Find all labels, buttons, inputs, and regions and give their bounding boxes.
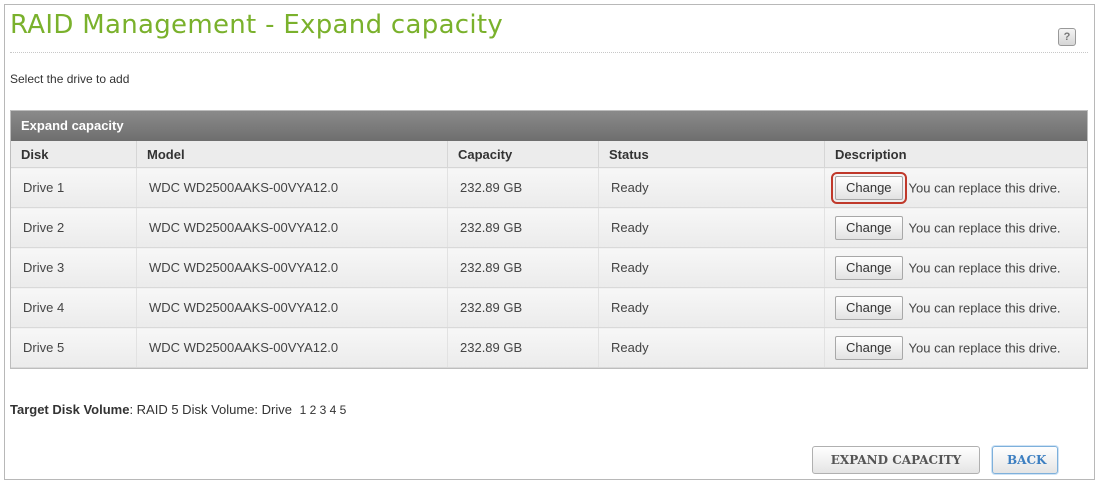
change-button[interactable]: Change bbox=[835, 295, 903, 320]
change-button[interactable]: Change bbox=[835, 215, 903, 240]
cell-disk: Drive 4 bbox=[11, 287, 137, 328]
cell-description: Change You can replace this drive. bbox=[824, 327, 1087, 368]
cell-status: Ready bbox=[598, 327, 825, 368]
header-status: Status bbox=[598, 141, 825, 168]
drive-table: Disk Model Capacity Status Description D… bbox=[11, 141, 1087, 368]
header-model: Model bbox=[136, 141, 448, 168]
cell-capacity: 232.89 GB bbox=[447, 247, 599, 288]
page-title: RAID Management - Expand capacity bbox=[10, 10, 504, 40]
cell-capacity: 232.89 GB bbox=[447, 287, 599, 328]
cell-disk: Drive 1 bbox=[11, 167, 137, 208]
header-capacity: Capacity bbox=[447, 141, 599, 168]
header-description: Description bbox=[824, 141, 1087, 168]
cell-capacity: 232.89 GB bbox=[447, 207, 599, 248]
target-label: Target Disk Volume bbox=[10, 402, 130, 417]
cell-status: Ready bbox=[598, 207, 825, 248]
cell-model: WDC WD2500AAKS-00VYA12.0 bbox=[136, 247, 448, 288]
target-separator: : bbox=[129, 402, 137, 417]
instruction-text: Select the drive to add bbox=[10, 72, 130, 86]
table-row: Drive 3 WDC WD2500AAKS-00VYA12.0 232.89 … bbox=[11, 247, 1087, 288]
table-row: Drive 4 WDC WD2500AAKS-00VYA12.0 232.89 … bbox=[11, 287, 1087, 328]
cell-description: Change You can replace this drive. bbox=[824, 247, 1087, 288]
cell-status: Ready bbox=[598, 287, 825, 328]
target-value: RAID 5 Disk Volume: Drive bbox=[136, 402, 292, 417]
table-row: Drive 1 WDC WD2500AAKS-00VYA12.0 232.89 … bbox=[11, 167, 1087, 208]
description-text: You can replace this drive. bbox=[908, 220, 1061, 235]
cell-description: Change You can replace this drive. bbox=[824, 167, 1087, 208]
back-button[interactable]: BACK bbox=[992, 446, 1058, 474]
table-row: Drive 5 WDC WD2500AAKS-00VYA12.0 232.89 … bbox=[11, 327, 1087, 368]
change-button[interactable]: Change bbox=[835, 335, 903, 360]
cell-disk: Drive 2 bbox=[11, 207, 137, 248]
cell-status: Ready bbox=[598, 247, 825, 288]
expand-capacity-button[interactable]: EXPAND CAPACITY bbox=[812, 446, 980, 474]
target-disk-volume: Target Disk Volume: RAID 5 Disk Volume: … bbox=[10, 402, 346, 417]
description-text: You can replace this drive. bbox=[908, 340, 1061, 355]
description-text: You can replace this drive. bbox=[908, 300, 1061, 315]
change-button[interactable]: Change bbox=[831, 171, 907, 204]
table-title: Expand capacity bbox=[11, 111, 1087, 141]
description-text: You can replace this drive. bbox=[908, 260, 1061, 275]
help-icon[interactable]: ? bbox=[1058, 28, 1076, 46]
header-disk: Disk bbox=[11, 141, 137, 168]
expand-capacity-table: Expand capacity Disk Model Capacity Stat… bbox=[10, 110, 1088, 369]
title-divider bbox=[10, 52, 1088, 53]
cell-model: WDC WD2500AAKS-00VYA12.0 bbox=[136, 207, 448, 248]
cell-status: Ready bbox=[598, 167, 825, 208]
cell-model: WDC WD2500AAKS-00VYA12.0 bbox=[136, 167, 448, 208]
cell-disk: Drive 5 bbox=[11, 327, 137, 368]
description-text: You can replace this drive. bbox=[908, 180, 1061, 195]
cell-description: Change You can replace this drive. bbox=[824, 287, 1087, 328]
table-row: Drive 2 WDC WD2500AAKS-00VYA12.0 232.89 … bbox=[11, 207, 1087, 248]
cell-description: Change You can replace this drive. bbox=[824, 207, 1087, 248]
table-header-row: Disk Model Capacity Status Description bbox=[11, 141, 1087, 168]
cell-capacity: 232.89 GB bbox=[447, 167, 599, 208]
cell-capacity: 232.89 GB bbox=[447, 327, 599, 368]
cell-model: WDC WD2500AAKS-00VYA12.0 bbox=[136, 327, 448, 368]
change-button[interactable]: Change bbox=[835, 255, 903, 280]
cell-disk: Drive 3 bbox=[11, 247, 137, 288]
cell-model: WDC WD2500AAKS-00VYA12.0 bbox=[136, 287, 448, 328]
target-drives: 1 2 3 4 5 bbox=[299, 403, 347, 417]
